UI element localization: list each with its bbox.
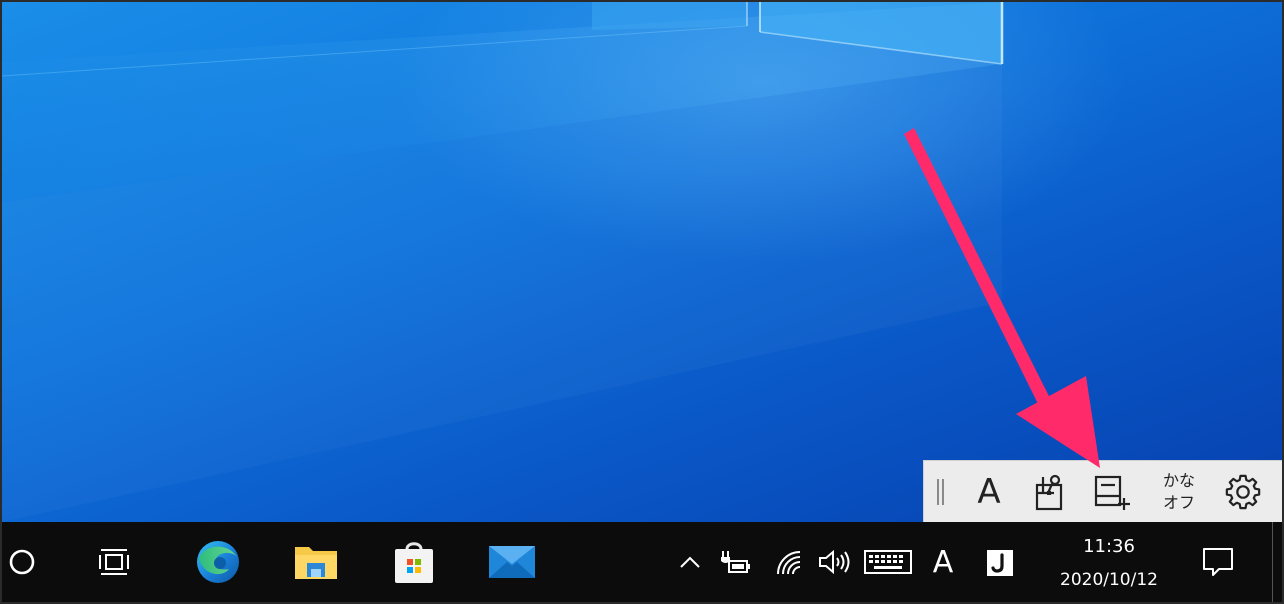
edge-icon bbox=[197, 541, 239, 583]
show-desktop-button[interactable] bbox=[1272, 522, 1282, 602]
ime-j-icon bbox=[987, 550, 1013, 576]
ime-j-button[interactable] bbox=[980, 544, 1020, 582]
volume-button[interactable] bbox=[814, 546, 854, 578]
kana-label: かな bbox=[1162, 471, 1195, 490]
microsoft-store-icon bbox=[395, 542, 433, 583]
microsoft-store-button[interactable] bbox=[384, 536, 444, 588]
wifi-icon bbox=[777, 551, 801, 575]
grip-handle-icon[interactable] bbox=[936, 479, 946, 505]
ime-toolbar: A かな オフ bbox=[923, 460, 1282, 522]
cortana-button[interactable] bbox=[2, 542, 42, 582]
ime-pad-icon bbox=[1035, 474, 1063, 511]
ime-mode-a-icon: A bbox=[977, 472, 1001, 512]
kana-state-label: オフ bbox=[1162, 493, 1195, 512]
battery-plug-icon bbox=[721, 551, 750, 573]
taskbar: A 11:36 2020/10/12 bbox=[2, 522, 1282, 602]
notification-icon bbox=[1203, 548, 1233, 576]
file-explorer-button[interactable] bbox=[286, 536, 346, 588]
mail-icon bbox=[489, 546, 535, 578]
touch-keyboard-icon bbox=[864, 550, 912, 574]
ime-pad-button[interactable] bbox=[1026, 469, 1072, 515]
desktop-wallpaper: A かな オフ bbox=[2, 2, 1282, 522]
mail-button[interactable] bbox=[482, 536, 542, 588]
clock-date: 2020/10/12 bbox=[1060, 570, 1158, 590]
ime-settings-button[interactable] bbox=[1220, 469, 1266, 515]
show-hidden-icons-button[interactable] bbox=[676, 548, 704, 576]
ime-a-icon: A bbox=[932, 545, 954, 580]
settings-gear-icon bbox=[1225, 474, 1261, 510]
kana-input-toggle[interactable]: かな オフ bbox=[1156, 469, 1202, 515]
task-view-icon bbox=[99, 549, 129, 575]
volume-icon bbox=[819, 549, 850, 575]
touch-keyboard-button[interactable] bbox=[862, 548, 914, 576]
cortana-circle-icon bbox=[9, 549, 35, 575]
ime-mode-button[interactable]: A bbox=[966, 469, 1012, 515]
wifi-button[interactable] bbox=[772, 546, 806, 578]
chevron-up-icon bbox=[680, 556, 700, 568]
ime-indicator-button[interactable]: A bbox=[924, 544, 962, 582]
clock-time: 11:36 bbox=[1083, 536, 1135, 557]
word-register-icon bbox=[1094, 475, 1130, 510]
screenshot-frame: A かな オフ A 11:36 2020/10/12 bbox=[0, 0, 1284, 604]
action-center-button[interactable] bbox=[1196, 542, 1240, 582]
system-clock[interactable]: 11:36 2020/10/12 bbox=[1038, 530, 1180, 594]
file-explorer-icon bbox=[295, 547, 337, 579]
task-view-button[interactable] bbox=[92, 542, 136, 582]
edge-button[interactable] bbox=[188, 536, 248, 588]
word-register-button[interactable] bbox=[1086, 469, 1136, 515]
battery-button[interactable] bbox=[718, 546, 752, 578]
windows-logo-wallpaper bbox=[2, 2, 1004, 202]
